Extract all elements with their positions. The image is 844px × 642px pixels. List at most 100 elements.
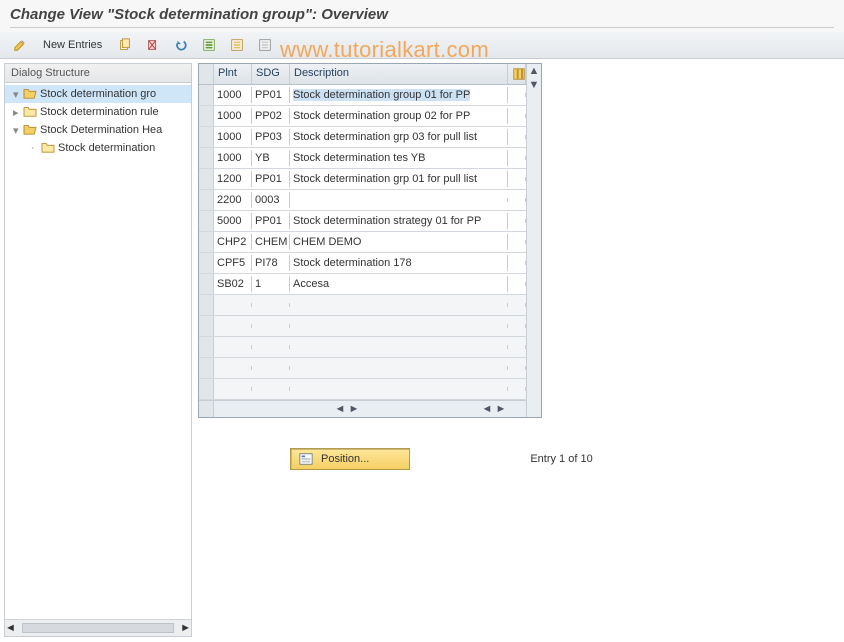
new-entries-label: New Entries xyxy=(43,39,102,51)
cell-desc[interactable]: Stock determination grp 01 for pull list xyxy=(290,171,508,187)
cell-desc[interactable]: Stock determination group 02 for PP xyxy=(290,108,508,124)
table-row[interactable]: 1000PP03Stock determination grp 03 for p… xyxy=(199,127,526,148)
row-handle[interactable] xyxy=(199,169,214,189)
table-row-empty[interactable] xyxy=(199,295,526,316)
tree-hscrollbar[interactable]: ◄ ► xyxy=(5,619,191,636)
tree-twisty-icon: · xyxy=(31,142,41,154)
copy-button[interactable] xyxy=(113,35,137,55)
cell-sdg[interactable]: PP01 xyxy=(252,171,290,187)
table-row[interactable]: 5000PP01Stock determination strategy 01 … xyxy=(199,211,526,232)
cell-desc[interactable]: Accesa xyxy=(290,276,508,292)
cell-plnt[interactable]: CHP2 xyxy=(214,234,252,250)
cell-desc[interactable] xyxy=(290,198,508,202)
scroll-track[interactable] xyxy=(22,623,174,633)
scroll-down-icon[interactable]: ▼ xyxy=(527,78,541,92)
row-handle[interactable] xyxy=(199,85,214,105)
row-handle[interactable] xyxy=(199,211,214,231)
position-button[interactable]: Position... xyxy=(290,448,410,470)
col-sdg[interactable]: SDG xyxy=(252,64,290,84)
scroll-left-icon[interactable]: ◄ xyxy=(480,403,494,415)
delete-button[interactable] xyxy=(141,35,165,55)
scroll-right-icon[interactable]: ► xyxy=(347,403,361,415)
cell-plnt[interactable]: 1000 xyxy=(214,87,252,103)
row-handle[interactable] xyxy=(199,274,214,294)
cell-desc[interactable]: Stock determination strategy 01 for PP xyxy=(290,213,508,229)
table-row[interactable]: 1000PP02Stock determination group 02 for… xyxy=(199,106,526,127)
select-block-icon xyxy=(230,38,244,52)
table-row-empty[interactable] xyxy=(199,337,526,358)
cell-sdg[interactable]: CHEM xyxy=(252,234,290,250)
cell-desc[interactable]: Stock determination group 01 for PP xyxy=(290,87,508,103)
cell-sdg[interactable]: 0003 xyxy=(252,192,290,208)
tree-node[interactable]: ·Stock determination xyxy=(5,139,191,157)
undo-button[interactable] xyxy=(169,35,193,55)
row-handle[interactable] xyxy=(199,232,214,252)
cell-plnt[interactable]: 2200 xyxy=(214,192,252,208)
table-row[interactable]: 1000YBStock determination tes YB xyxy=(199,148,526,169)
table-vscrollbar[interactable]: ▲ ▼ xyxy=(526,64,541,417)
row-handle[interactable] xyxy=(199,190,214,210)
cell-sdg[interactable]: PP03 xyxy=(252,129,290,145)
col-desc[interactable]: Description xyxy=(290,64,508,84)
row-handle[interactable] xyxy=(199,106,214,126)
configure-columns-icon xyxy=(512,67,521,81)
tree-node[interactable]: ▾Stock Determination Hea xyxy=(5,121,191,139)
row-handle[interactable] xyxy=(199,148,214,168)
table-row-empty[interactable] xyxy=(199,316,526,337)
table-row[interactable]: CHP2CHEMCHEM DEMO xyxy=(199,232,526,253)
folder-closed-icon xyxy=(23,105,37,120)
scroll-up-icon[interactable]: ▲ xyxy=(527,64,541,78)
tree-node[interactable]: ▾Stock determination gro xyxy=(5,85,191,103)
row-handle[interactable] xyxy=(199,358,214,378)
copy-icon xyxy=(118,38,132,52)
cell-plnt[interactable]: CPF5 xyxy=(214,255,252,271)
tree-node[interactable]: ▸Stock determination rule xyxy=(5,103,191,121)
row-handle[interactable] xyxy=(199,295,214,315)
cell-sdg[interactable]: 1 xyxy=(252,276,290,292)
table-hscrollbar[interactable]: ◄ ► ◄ ► xyxy=(199,400,526,417)
table-row-empty[interactable] xyxy=(199,379,526,400)
table-row[interactable]: CPF5PI78Stock determination 178 xyxy=(199,253,526,274)
cell-plnt[interactable]: 5000 xyxy=(214,213,252,229)
tree-header: Dialog Structure xyxy=(5,64,191,83)
position-label: Position... xyxy=(321,453,369,465)
table-row[interactable]: 1000PP01Stock determination group 01 for… xyxy=(199,85,526,106)
row-handle[interactable] xyxy=(199,253,214,273)
table-row-empty[interactable] xyxy=(199,358,526,379)
select-all-button[interactable] xyxy=(197,35,221,55)
cell-plnt[interactable]: 1200 xyxy=(214,171,252,187)
select-block-button[interactable] xyxy=(225,35,249,55)
configure-columns-button[interactable] xyxy=(508,64,526,84)
table-row[interactable]: 22000003 xyxy=(199,190,526,211)
cell-plnt[interactable]: 1000 xyxy=(214,108,252,124)
cell-sdg[interactable]: YB xyxy=(252,150,290,166)
table-header: Plnt SDG Description xyxy=(199,64,526,85)
deselect-all-button[interactable] xyxy=(253,35,277,55)
row-handle[interactable] xyxy=(199,127,214,147)
table-row[interactable]: 1200PP01Stock determination grp 01 for p… xyxy=(199,169,526,190)
cell-sdg[interactable]: PI78 xyxy=(252,255,290,271)
row-handle[interactable] xyxy=(199,337,214,357)
entry-counter: Entry 1 of 10 xyxy=(530,453,592,465)
row-handle[interactable] xyxy=(199,379,214,399)
undo-icon xyxy=(174,38,188,52)
cell-sdg[interactable]: PP01 xyxy=(252,87,290,103)
col-plnt[interactable]: Plnt xyxy=(214,64,252,84)
position-icon xyxy=(299,452,313,466)
row-handle[interactable] xyxy=(199,316,214,336)
new-entries-button[interactable]: New Entries xyxy=(36,36,109,54)
cell-sdg[interactable]: PP02 xyxy=(252,108,290,124)
cell-desc[interactable]: CHEM DEMO xyxy=(290,234,508,250)
cell-sdg[interactable]: PP01 xyxy=(252,213,290,229)
cell-plnt[interactable]: 1000 xyxy=(214,150,252,166)
row-handle-header[interactable] xyxy=(199,64,214,84)
cell-desc[interactable]: Stock determination grp 03 for pull list xyxy=(290,129,508,145)
cell-desc[interactable]: Stock determination tes YB xyxy=(290,150,508,166)
table-row[interactable]: SB021Accesa xyxy=(199,274,526,295)
change-mode-button[interactable] xyxy=(8,35,32,55)
scroll-left-icon[interactable]: ◄ xyxy=(333,403,347,415)
cell-plnt[interactable]: 1000 xyxy=(214,129,252,145)
cell-desc[interactable]: Stock determination 178 xyxy=(290,255,508,271)
cell-plnt[interactable]: SB02 xyxy=(214,276,252,292)
scroll-right-icon[interactable]: ► xyxy=(494,403,508,415)
